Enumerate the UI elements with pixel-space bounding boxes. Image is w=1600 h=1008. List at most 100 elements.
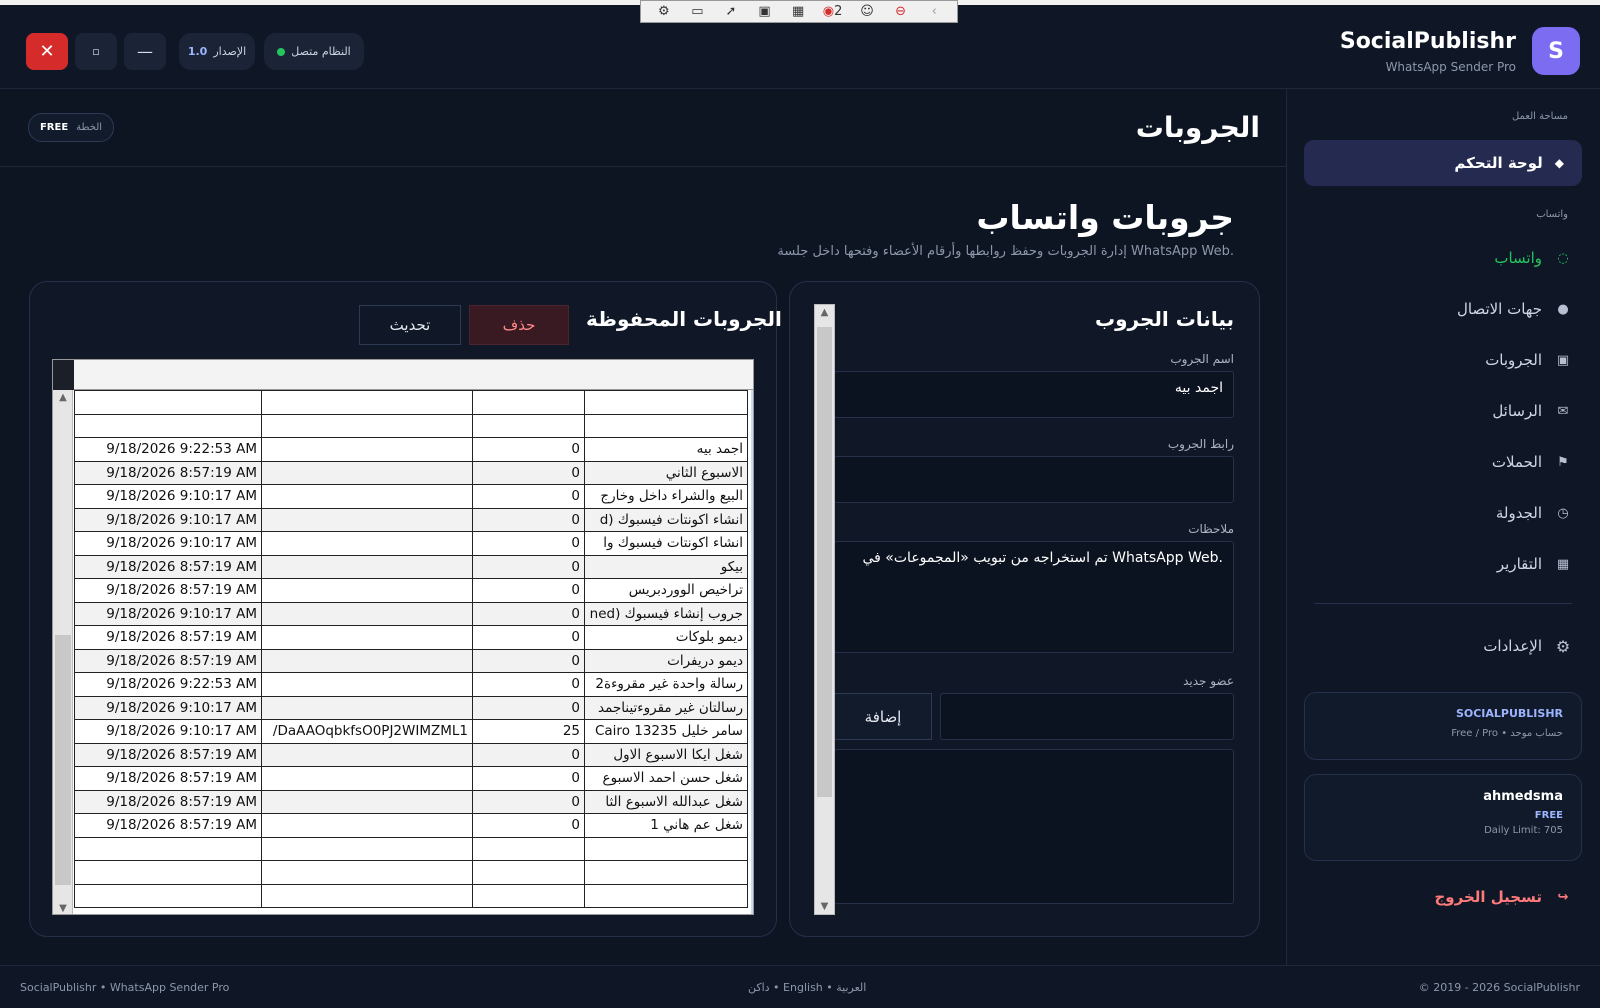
grid-scroll-down-icon[interactable]: ▼: [53, 903, 73, 914]
table-row[interactable]: 9/18/2026 9:10:17 AM 0 رسالتان غير مقروءتي…: [74, 695, 748, 720]
table-cell-members: 0: [472, 460, 585, 485]
table-row[interactable]: 9/18/2026 8:57:19 AM 0 الاسبوع الثاني: [74, 460, 748, 485]
stop-icon[interactable]: ⊖: [892, 4, 910, 19]
table-row[interactable]: 9/18/2026 9:10:17 AM 0 جروب إنشاء فيسبوك (…: [74, 601, 748, 626]
table-cell-members: 0: [472, 813, 585, 838]
table-cell-updated: 9/18/2026 9:10:17 AM: [74, 695, 262, 720]
table-row[interactable]: [74, 390, 748, 415]
table-cell-link: [261, 766, 473, 791]
notes-textarea[interactable]: تم استخراجه من تبويب «المجموعات» في What…: [834, 541, 1234, 653]
scroll-up-icon[interactable]: ▲: [815, 307, 834, 318]
record-icon[interactable]: ◉2: [823, 4, 843, 19]
table-cell-link: [261, 625, 473, 650]
table-cell-updated: 9/18/2026 8:57:19 AM: [74, 813, 262, 838]
table-row[interactable]: [74, 860, 748, 885]
table-row[interactable]: 9/18/2026 9:10:17 AM 0 البيع والشراء داخل …: [74, 484, 748, 509]
table-cell-updated: 9/18/2026 9:22:53 AM: [74, 437, 262, 462]
grid-scroll-up-icon[interactable]: ▲: [53, 392, 73, 403]
collapse-chevron-icon[interactable]: ‹: [925, 4, 943, 19]
accessibility-icon[interactable]: ☺: [858, 4, 876, 19]
table-row[interactable]: 9/18/2026 8:57:19 AM 0 بيكو: [74, 554, 748, 579]
sidebar-item-dashboard[interactable]: لوحة التحكم ◆: [1304, 140, 1582, 186]
table-row[interactable]: 9/18/2026 8:57:19 AM 0 شغل حسن احمد الاسبو…: [74, 766, 748, 791]
region-icon[interactable]: ▣: [756, 4, 774, 19]
table-row[interactable]: 9/18/2026 9:10:17 AM 0 انشاء اكونتات فيسبو…: [74, 531, 748, 556]
sidebar-divider: [1314, 603, 1572, 604]
minimize-window-button[interactable]: —: [124, 33, 166, 70]
table-row[interactable]: 9/18/2026 8:57:19 AM 0 شغل ايكا الاسبوع ال…: [74, 742, 748, 767]
table-cell-updated: 9/18/2026 8:57:19 AM: [74, 648, 262, 673]
sidebar-item-label: الرسائل: [1492, 402, 1542, 420]
notes-label: ملاحظات: [1188, 522, 1234, 536]
table-cell-updated: [74, 413, 262, 438]
table-cell-name: ديمو بلوكات: [584, 625, 748, 650]
table-cell-name: جروب إنشاء فيسبوك (ned: [584, 601, 748, 626]
sidebar-item-settings[interactable]: الإعدادات ⚙: [1483, 631, 1572, 661]
flag-icon: ⚑: [1557, 454, 1569, 470]
sidebar-item-groups[interactable]: الجروبات ▣: [1485, 345, 1572, 375]
table-cell-members: [472, 883, 585, 908]
sidebar-item-messages[interactable]: الرسائل ✉: [1492, 396, 1572, 426]
footer-language-switch[interactable]: العربية • English • داكن: [748, 981, 866, 994]
table-cell-members: [472, 860, 585, 885]
sidebar-item-schedule[interactable]: الجدولة ◷: [1496, 498, 1572, 528]
plan-badge: FREE الخطة: [28, 113, 114, 142]
table-cell-name: شغل حسن احمد الاسبوع: [584, 766, 748, 791]
page-title: الجروبات: [1135, 111, 1260, 144]
table-cell-members: 0: [472, 766, 585, 791]
table-row[interactable]: 9/18/2026 8:57:19 AM 0 ديمو دريفرات: [74, 648, 748, 673]
table-cell-updated: [74, 860, 262, 885]
table-row[interactable]: 9/18/2026 8:57:19 AM 0 تراخيص الووردبريس: [74, 578, 748, 603]
version-label: الإصدار: [213, 45, 247, 58]
table-cell-link: [261, 648, 473, 673]
section-subtitle: إدارة الجروبات وحفظ روابطها وأرقام الأعض…: [777, 244, 1234, 259]
table-row[interactable]: 9/18/2026 9:10:17 AM/DaAAOqbkfsO0PJ2WIMZ…: [74, 719, 748, 744]
table-cell-updated: [74, 883, 262, 908]
table-row[interactable]: 9/18/2026 8:57:19 AM 0 شغل عم هاني 1: [74, 813, 748, 838]
delete-group-button[interactable]: حذف: [469, 305, 569, 345]
sidebar-item-whatsapp[interactable]: واتساب ◌: [1494, 243, 1572, 273]
table-row[interactable]: [74, 883, 748, 908]
table-row[interactable]: [74, 836, 748, 861]
sidebar-item-label: جهات الاتصال: [1456, 300, 1542, 318]
grid-scrollbar[interactable]: ▲ ▼: [53, 390, 73, 914]
pointer-icon[interactable]: ➚: [722, 4, 740, 19]
table-row[interactable]: 9/18/2026 9:10:17 AM 0 انشاء اكونتات فيسبو…: [74, 507, 748, 532]
footer-copyright: © 2019 - 2026 SocialPublishr: [1418, 981, 1580, 994]
gear-icon: ⚙: [1555, 636, 1571, 656]
add-member-button[interactable]: إضافة: [834, 693, 932, 740]
screen-icon[interactable]: ▦: [789, 4, 807, 19]
table-cell-members: 0: [472, 695, 585, 720]
table-cell-members: 0: [472, 789, 585, 814]
form-scroll-thumb[interactable]: [817, 327, 832, 797]
form-scrollbar[interactable]: ▲ ▼: [814, 304, 835, 915]
main-header: FREE الخطة الجروبات: [0, 89, 1286, 167]
close-window-button[interactable]: ✕: [26, 33, 68, 70]
group-name-input[interactable]: اجمد بيه: [834, 371, 1234, 418]
user-card: ahmedsma FREE Daily Limit: 705: [1304, 774, 1582, 861]
table-row[interactable]: [74, 413, 748, 438]
groups-grid[interactable]: ▲ ▼ 9/18/2026 9:22:53 AM 0 اجمد بيه 9/18/20…: [52, 359, 754, 915]
sidebar-item-reports[interactable]: التقارير ▦: [1497, 549, 1572, 579]
members-list[interactable]: [834, 749, 1234, 904]
table-row[interactable]: 9/18/2026 9:22:53 AM 0 رسالة واحدة غير مقر…: [74, 672, 748, 697]
scroll-down-icon[interactable]: ▼: [815, 901, 834, 912]
sidebar-item-campaigns[interactable]: الحملات ⚑: [1492, 447, 1572, 477]
refresh-button[interactable]: تحديث: [359, 305, 461, 345]
table-row[interactable]: 9/18/2026 8:57:19 AM 0 ديمو بلوكات: [74, 625, 748, 650]
table-row[interactable]: 9/18/2026 9:22:53 AM 0 اجمد بيه: [74, 437, 748, 462]
new-member-input[interactable]: [940, 693, 1234, 740]
table-cell-members: 0: [472, 578, 585, 603]
group-link-input[interactable]: [834, 456, 1234, 503]
logout-label: تسجيل الخروج: [1434, 888, 1543, 906]
logout-button[interactable]: تسجيل الخروج ↪: [1435, 882, 1573, 912]
table-cell-link: [261, 789, 473, 814]
table-cell-link: [261, 695, 473, 720]
grid-scroll-thumb[interactable]: [55, 635, 71, 885]
table-row[interactable]: 9/18/2026 8:57:19 AM 0 شغل عبدالله الاسبوع…: [74, 789, 748, 814]
settings-capture-icon[interactable]: ⚙: [655, 4, 673, 19]
video-icon[interactable]: ▭: [688, 4, 706, 19]
maximize-window-button[interactable]: ▫: [75, 33, 117, 70]
table-cell-updated: 9/18/2026 9:10:17 AM: [74, 507, 262, 532]
sidebar-item-contacts[interactable]: جهات الاتصال ●: [1457, 294, 1572, 324]
